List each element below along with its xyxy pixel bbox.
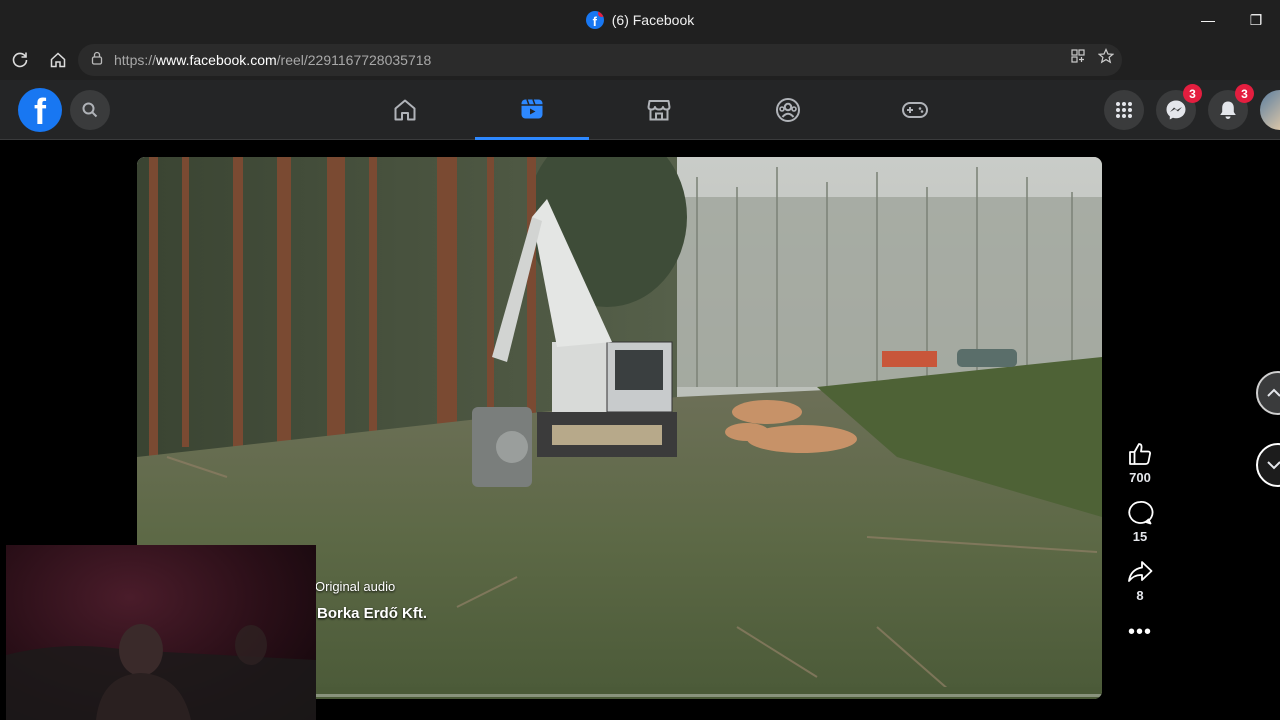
- messenger-icon: [1166, 100, 1186, 120]
- search-icon: [82, 102, 98, 118]
- window-title: (6) Facebook: [611, 12, 695, 28]
- search-button[interactable]: [70, 90, 110, 130]
- window-controls: — ❐: [1184, 0, 1280, 40]
- facebook-navbar: f 3 3: [0, 80, 1280, 140]
- facebook-logo-icon[interactable]: f: [18, 88, 62, 132]
- address-bar[interactable]: https://www.facebook.com/reel/2291167728…: [78, 44, 1122, 76]
- tab-groups[interactable]: [731, 80, 845, 140]
- window-title-group: f (6) Facebook: [585, 11, 695, 29]
- like-count: 700: [1129, 470, 1151, 485]
- groups-icon: [776, 98, 800, 122]
- account-avatar[interactable]: [1260, 90, 1280, 130]
- messenger-badge: 3: [1183, 84, 1202, 103]
- grid-menu-icon: [1116, 102, 1132, 118]
- video-icon: [521, 98, 543, 118]
- tab-gaming[interactable]: [858, 80, 972, 140]
- webcam-overlay: [6, 545, 316, 720]
- url-path: /reel/2291167728035718: [276, 52, 432, 68]
- comment-icon: [1128, 501, 1154, 525]
- home-icon: [394, 99, 416, 121]
- home-icon[interactable]: [40, 42, 76, 78]
- reel-author-name[interactable]: Borka Erdő Kft.: [317, 605, 427, 622]
- like-button[interactable]: 700: [1126, 440, 1154, 485]
- comment-count: 15: [1132, 529, 1148, 544]
- menu-button[interactable]: [1104, 90, 1144, 130]
- url-text[interactable]: https://www.facebook.com/reel/2291167728…: [114, 52, 431, 68]
- favicon-notification-dot: [597, 11, 604, 17]
- url-prefix: https://: [114, 52, 157, 68]
- reload-icon[interactable]: [2, 42, 38, 78]
- lock-icon[interactable]: [90, 51, 104, 70]
- url-domain: www.facebook.com: [156, 52, 277, 68]
- navbar-right-actions: 3 3: [1104, 84, 1280, 130]
- previous-reel-button[interactable]: [1256, 371, 1280, 415]
- share-icon: [1128, 561, 1153, 582]
- app-available-icon[interactable]: [1070, 48, 1086, 69]
- tab-marketplace[interactable]: [602, 80, 716, 140]
- browser-toolbar: https://www.facebook.com/reel/2291167728…: [0, 40, 1280, 110]
- address-bar-actions: [1070, 48, 1115, 69]
- chevron-down-icon: [1267, 461, 1280, 470]
- messenger-button[interactable]: 3: [1156, 84, 1202, 130]
- tab-video[interactable]: [475, 80, 589, 140]
- chevron-up-icon: [1267, 388, 1280, 397]
- notifications-badge: 3: [1235, 84, 1254, 103]
- gaming-icon: [902, 102, 928, 118]
- reel-actions: 700 15 8 •••: [1118, 440, 1162, 644]
- facebook-favicon-icon: f: [585, 11, 604, 29]
- bell-icon: [1220, 101, 1236, 119]
- notifications-button[interactable]: 3: [1208, 84, 1254, 130]
- more-options-button[interactable]: •••: [1128, 621, 1152, 644]
- webcam-feed-image: [6, 624, 316, 720]
- restore-icon[interactable]: ❐: [1232, 0, 1280, 40]
- marketplace-icon: [647, 100, 671, 121]
- next-reel-button[interactable]: [1256, 443, 1280, 487]
- minimize-icon[interactable]: —: [1184, 0, 1232, 40]
- reel-audio-label[interactable]: Original audio: [315, 579, 395, 594]
- favorite-star-icon[interactable]: [1097, 48, 1115, 69]
- share-button[interactable]: 8: [1126, 558, 1154, 603]
- comment-button[interactable]: 15: [1126, 499, 1154, 544]
- tab-home[interactable]: [348, 80, 462, 140]
- thumbs-up-icon: [1129, 443, 1151, 465]
- share-count: 8: [1136, 588, 1144, 603]
- window-titlebar: f (6) Facebook — ❐: [0, 0, 1280, 40]
